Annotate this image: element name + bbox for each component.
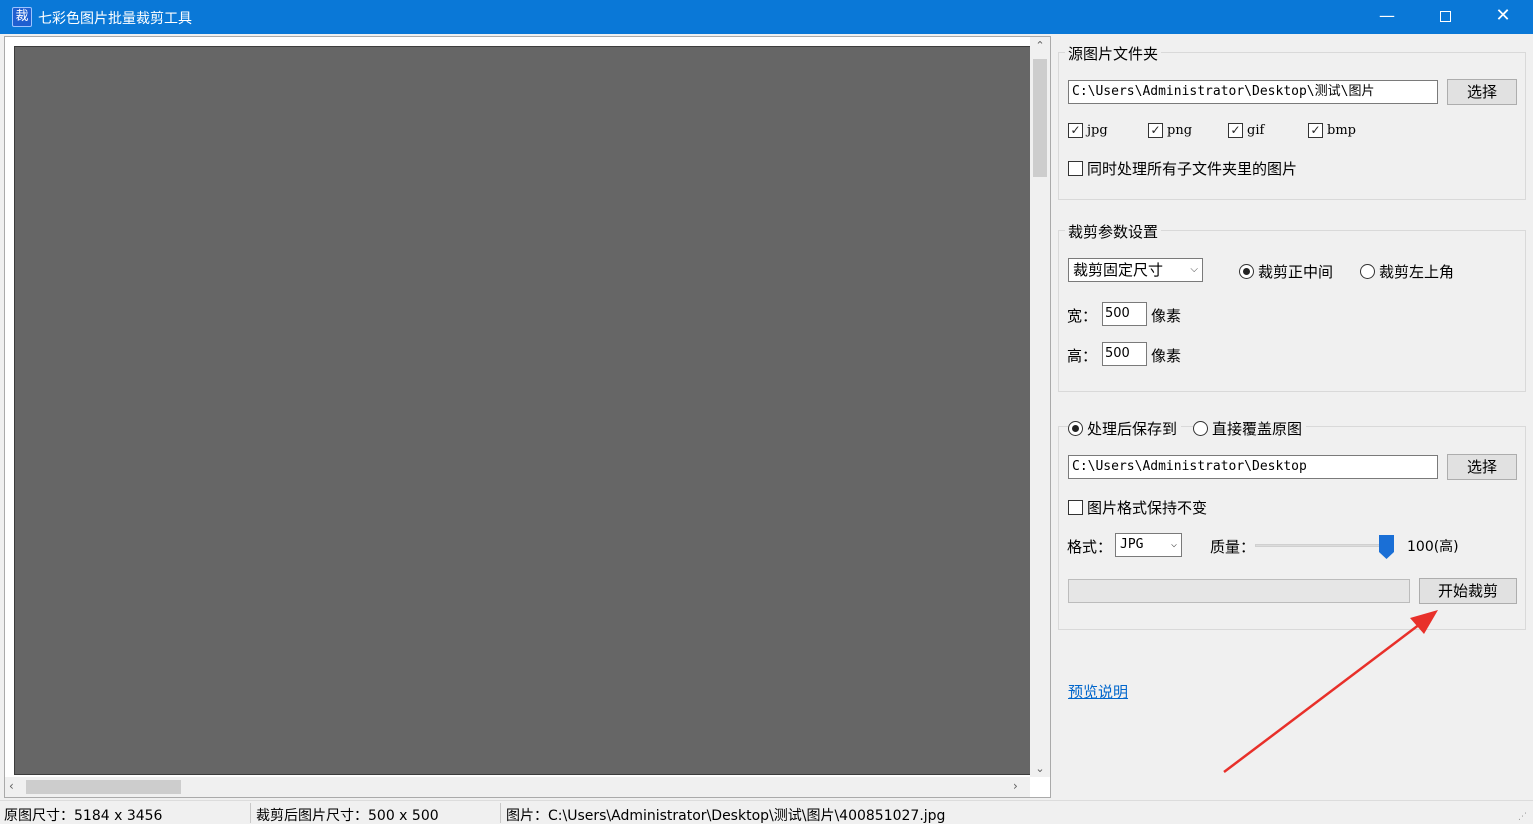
status-divider bbox=[500, 803, 501, 823]
output-path-input[interactable]: C:\Users\Administrator\Desktop bbox=[1068, 455, 1438, 479]
format-bmp-checkbox[interactable]: ✓ bmp bbox=[1308, 123, 1356, 138]
checkbox-checked-icon: ✓ bbox=[1228, 123, 1243, 138]
status-bar: 原图尺寸：5184 x 3456 裁剪后图片尺寸：500 x 500 图片：C:… bbox=[0, 800, 1533, 824]
crop-group-title: 裁剪参数设置 bbox=[1065, 221, 1162, 242]
checkbox-checked-icon: ✓ bbox=[1308, 123, 1323, 138]
checkbox-unchecked-icon bbox=[1068, 161, 1083, 176]
vertical-scrollbar[interactable]: ⌃ ⌄ bbox=[1030, 37, 1050, 777]
format-png-checkbox[interactable]: ✓ png bbox=[1148, 123, 1192, 138]
scroll-down-icon[interactable]: ⌄ bbox=[1030, 762, 1050, 775]
checkbox-checked-icon: ✓ bbox=[1068, 123, 1083, 138]
quality-slider-thumb[interactable] bbox=[1379, 535, 1394, 559]
checkbox-checked-icon: ✓ bbox=[1148, 123, 1163, 138]
radio-selected-icon bbox=[1239, 264, 1254, 279]
start-crop-button[interactable]: 开始裁剪 bbox=[1419, 578, 1517, 604]
status-cropped-size: 裁剪后图片尺寸：500 x 500 bbox=[256, 808, 439, 824]
preview-panel: ⌃ ⌄ ‹ › bbox=[4, 36, 1051, 798]
radio-unselected-icon bbox=[1193, 421, 1208, 436]
height-unit-label: 像素 bbox=[1151, 347, 1182, 365]
status-divider bbox=[250, 803, 251, 823]
quality-label: 质量： bbox=[1210, 538, 1256, 556]
save-to-radio[interactable]: 处理后保存到 bbox=[1068, 418, 1182, 439]
format-jpg-checkbox[interactable]: ✓ jpg bbox=[1068, 123, 1108, 138]
crop-mode-select[interactable]: 裁剪固定尺寸 ⌵ bbox=[1068, 258, 1203, 282]
close-button[interactable]: ✕ bbox=[1474, 0, 1532, 34]
height-label: 高： bbox=[1067, 347, 1098, 365]
radio-selected-icon bbox=[1068, 421, 1083, 436]
format-label: 格式： bbox=[1067, 538, 1113, 556]
scroll-up-icon[interactable]: ⌃ bbox=[1030, 39, 1050, 52]
chevron-down-icon: ⌵ bbox=[1170, 539, 1177, 550]
radio-unselected-icon bbox=[1360, 264, 1375, 279]
resize-grip-icon[interactable]: ⋰ bbox=[1518, 812, 1530, 822]
crop-topleft-radio[interactable]: 裁剪左上角 bbox=[1360, 261, 1454, 282]
vertical-scroll-thumb[interactable] bbox=[1033, 59, 1047, 177]
chevron-down-icon: ⌵ bbox=[1190, 264, 1198, 275]
scroll-right-icon[interactable]: › bbox=[1013, 779, 1018, 793]
height-input[interactable]: 500 bbox=[1102, 342, 1147, 366]
status-image-path: 图片：C:\Users\Administrator\Desktop\测试\图片\… bbox=[506, 808, 946, 824]
source-choose-button[interactable]: 选择 bbox=[1447, 79, 1517, 105]
preview-canvas bbox=[14, 46, 1031, 775]
format-select[interactable]: JPG ⌵ bbox=[1115, 533, 1182, 557]
progress-bar bbox=[1068, 579, 1410, 603]
crop-center-radio[interactable]: 裁剪正中间 bbox=[1239, 261, 1333, 282]
quality-slider-track[interactable] bbox=[1255, 544, 1387, 547]
checkbox-unchecked-icon bbox=[1068, 500, 1083, 515]
subfolders-checkbox[interactable]: 同时处理所有子文件夹里的图片 bbox=[1068, 158, 1297, 179]
quality-value: 100(高) bbox=[1407, 539, 1459, 555]
keep-format-checkbox[interactable]: 图片格式保持不变 bbox=[1068, 497, 1207, 518]
title-bar: 裁 七彩色图片批量裁剪工具 — ✕ bbox=[0, 0, 1533, 34]
source-path-input[interactable]: C:\Users\Administrator\Desktop\测试\图片 bbox=[1068, 80, 1438, 104]
output-choose-button[interactable]: 选择 bbox=[1447, 454, 1517, 480]
format-gif-checkbox[interactable]: ✓ gif bbox=[1228, 123, 1264, 138]
status-original-size: 原图尺寸：5184 x 3456 bbox=[4, 808, 163, 824]
source-group-title: 源图片文件夹 bbox=[1065, 43, 1162, 64]
window-title: 七彩色图片批量裁剪工具 bbox=[38, 11, 192, 27]
horizontal-scrollbar[interactable]: ‹ › bbox=[5, 777, 1030, 797]
minimize-button[interactable]: — bbox=[1358, 0, 1416, 34]
width-label: 宽： bbox=[1067, 307, 1098, 325]
maximize-button[interactable] bbox=[1416, 0, 1474, 34]
horizontal-scroll-thumb[interactable] bbox=[26, 780, 181, 794]
width-input[interactable]: 500 bbox=[1102, 302, 1147, 326]
maximize-icon bbox=[1439, 11, 1451, 22]
width-unit-label: 像素 bbox=[1151, 307, 1182, 325]
overwrite-radio[interactable]: 直接覆盖原图 bbox=[1193, 418, 1307, 439]
scroll-left-icon[interactable]: ‹ bbox=[9, 779, 14, 793]
preview-help-link[interactable]: 预览说明 bbox=[1068, 681, 1128, 702]
app-icon: 裁 bbox=[12, 7, 32, 27]
